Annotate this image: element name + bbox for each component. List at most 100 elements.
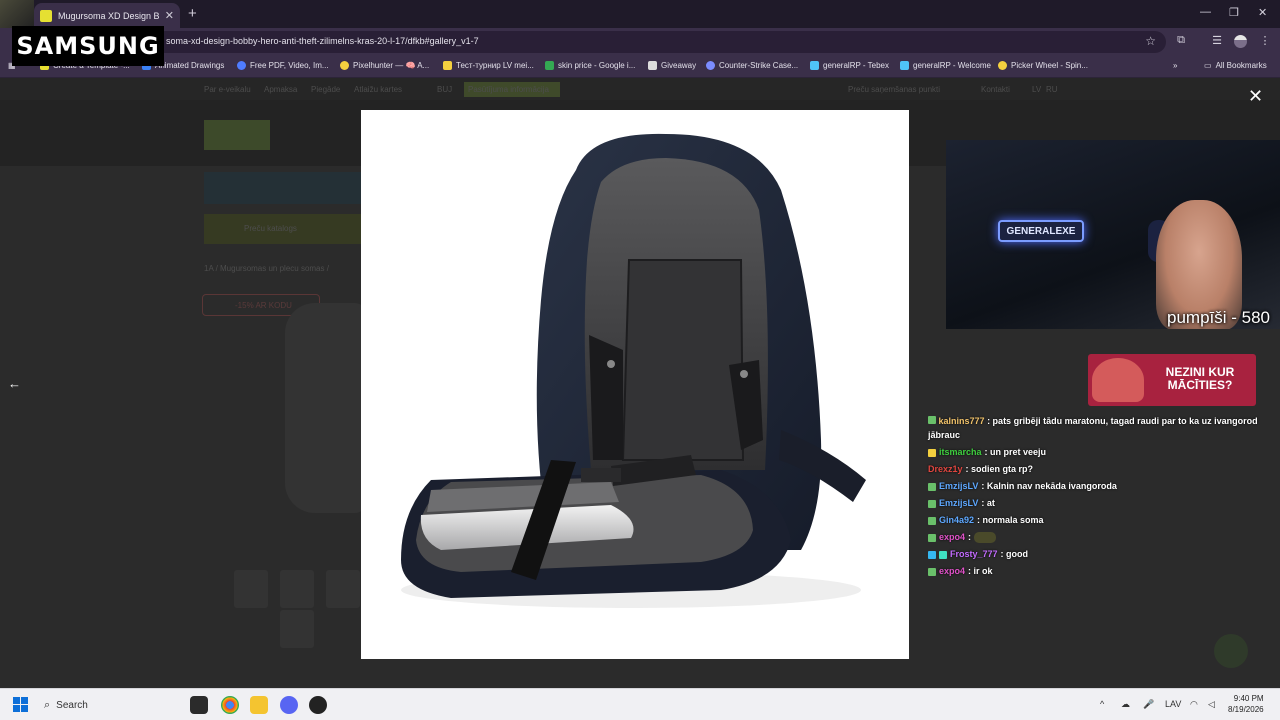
bookmark-favicon-icon: [545, 61, 554, 70]
catalog-button-label: Preču katalogs: [244, 224, 297, 233]
samsung-logo: SAMSUNG: [12, 26, 164, 66]
chat-username: EmzijsLV: [939, 498, 979, 508]
chat-username: itsmarcha: [939, 447, 982, 457]
chat-username: EmzijsLV: [939, 481, 979, 491]
menu-icon[interactable]: ⋮: [1258, 34, 1272, 48]
chat-username: kalnins777: [938, 416, 985, 426]
bookmark-7[interactable]: Counter-Strike Case...: [706, 61, 798, 70]
tab-title: Mugursoma XD Design Bobby H: [58, 10, 159, 21]
bookmark-9[interactable]: generalRP - Welcome: [900, 61, 991, 70]
network-icon[interactable]: ☁: [1121, 699, 1130, 710]
points-counter: pumpīši - 580: [1167, 308, 1270, 327]
chat-badge-icon: [939, 550, 947, 559]
chrome-icon[interactable]: [221, 696, 239, 714]
file-explorer-icon[interactable]: [250, 696, 268, 714]
nav-right-item[interactable]: Kontakti: [981, 85, 1010, 94]
nav-item[interactable]: Par e-veikalu: [204, 85, 251, 94]
lightbox-close-button[interactable]: ✕: [1248, 86, 1263, 107]
nav-item[interactable]: Pasūtījuma informācija: [468, 85, 549, 94]
neon-sign: GENERALEXE: [998, 220, 1084, 242]
nav-right-item[interactable]: RU: [1046, 85, 1058, 94]
nav-item[interactable]: Piegāde: [311, 85, 340, 94]
taskbar-search[interactable]: ⌕ Search: [38, 694, 178, 716]
catalog-button[interactable]: Preču katalogs: [204, 214, 364, 244]
obs-icon[interactable]: [309, 696, 327, 714]
chat-username: expo4: [939, 532, 966, 542]
site-logo[interactable]: [204, 120, 270, 150]
gallery-thumbnail[interactable]: [234, 570, 268, 608]
language-indicator[interactable]: LAV: [1165, 699, 1181, 709]
tray-chevron-icon[interactable]: ^: [1100, 699, 1104, 709]
breadcrumb[interactable]: 1A / Mugursomas un plecu somas /: [204, 264, 329, 273]
promo-banner[interactable]: NEZINI KUR MĀCĪTIES?: [1088, 354, 1256, 406]
chat-widget-button[interactable]: [1214, 634, 1248, 668]
volume-icon[interactable]: ◁: [1208, 699, 1215, 710]
nav-right-item[interactable]: Preču saņemšanas punkti: [848, 85, 940, 94]
extensions-icon[interactable]: ⧉: [1174, 34, 1188, 48]
chat-username: Drexz1y: [928, 464, 963, 474]
profile-avatar[interactable]: [1234, 35, 1247, 48]
chat-badge-icon: [928, 516, 936, 525]
address-bar[interactable]: soma-xd-design-bobby-hero-anti-theft-zil…: [154, 31, 1166, 53]
chat-text: : normala soma: [977, 515, 1044, 525]
windows-logo-icon: [21, 705, 28, 712]
promo-strip: [204, 172, 364, 204]
bookmark-favicon-icon: [810, 61, 819, 70]
bookmark-4[interactable]: Тест-турнир LV mei...: [443, 61, 534, 70]
bookmark-2[interactable]: Free PDF, Video, Im...: [237, 61, 329, 70]
bookmarks-bar: ▦ Create a Template -... Animated Drawin…: [0, 56, 1280, 78]
wifi-icon[interactable]: ◠: [1190, 699, 1198, 710]
bookmark-10[interactable]: Picker Wheel - Spin...: [998, 61, 1088, 70]
gallery-thumbnail[interactable]: [326, 570, 360, 608]
system-clock[interactable]: 9:40 PM 8/19/2026: [1228, 693, 1264, 715]
chat-badge-icon: [928, 567, 936, 576]
folder-icon: ▭: [1204, 61, 1212, 70]
bookmark-favicon-icon: [237, 61, 246, 70]
bookmark-3[interactable]: Pixelhunter — 🧠 A...: [340, 61, 429, 70]
bookmark-favicon-icon: [443, 61, 452, 70]
bookmark-favicon-icon: [648, 61, 657, 70]
tab-favicon-icon: [40, 9, 52, 22]
lightbox-prev-button[interactable]: ←: [8, 376, 21, 391]
discount-badge-label: -15% AR KODU: [235, 301, 292, 310]
browser-toolbar: soma-xd-design-bobby-hero-anti-theft-zil…: [0, 28, 1280, 56]
nav-item[interactable]: Atlaižu kartes: [354, 85, 402, 94]
tab-strip: Mugursoma XD Design Bobby H ✕ + — ❐ ✕: [0, 0, 1280, 28]
chat-message: Gin4a92: normala soma: [928, 512, 1268, 529]
gallery-thumbnail[interactable]: [280, 570, 314, 608]
microphone-icon[interactable]: 🎤: [1143, 699, 1154, 710]
chat-text: : Kalnin nav nekāda ivangoroda: [981, 481, 1117, 491]
chat-message: kalnins777 : pats gribēji tādu maratonu,…: [928, 412, 1268, 444]
chat-text: :: [968, 532, 972, 542]
window-close-button[interactable]: ✕: [1258, 6, 1267, 19]
gallery-thumbnail[interactable]: [280, 610, 314, 648]
bookmark-5[interactable]: skin price - Google i...: [545, 61, 635, 70]
chat-message: EmzijsLV: Kalnin nav nekāda ivangoroda: [928, 478, 1268, 495]
owl-mascot-icon: [1092, 358, 1144, 402]
tab-close-icon[interactable]: ✕: [165, 9, 174, 22]
url-text: soma-xd-design-bobby-hero-anti-theft-zil…: [166, 36, 479, 46]
chat-badge-icon: [928, 533, 936, 542]
minimize-button[interactable]: —: [1200, 6, 1211, 18]
windows-taskbar: ⌕ Search ^ ☁ 🎤 LAV ◠ ◁ 9:40 PM 8/19/2026: [0, 688, 1280, 720]
start-button[interactable]: [13, 697, 29, 713]
clock-date: 8/19/2026: [1228, 705, 1264, 714]
chat-emote-icon: [974, 532, 997, 543]
app-icon[interactable]: [190, 696, 208, 714]
discord-icon[interactable]: [280, 696, 298, 714]
nav-item[interactable]: Apmaksa: [264, 85, 297, 94]
bookmark-8[interactable]: generalRP - Tebex: [810, 61, 889, 70]
nav-right-item[interactable]: LV: [1032, 85, 1041, 94]
restore-button[interactable]: ❐: [1229, 6, 1239, 19]
chat-username: Gin4a92: [939, 515, 975, 525]
new-tab-button[interactable]: +: [188, 5, 197, 22]
nav-item[interactable]: BUJ: [437, 85, 452, 94]
bookmark-star-icon[interactable]: ☆: [1145, 34, 1156, 48]
chat-text: : ir ok: [968, 566, 993, 576]
all-bookmarks-button[interactable]: ▭ All Bookmarks: [1204, 61, 1267, 70]
more-bookmarks-button[interactable]: »: [1173, 61, 1177, 70]
browser-tab[interactable]: Mugursoma XD Design Bobby H ✕: [34, 3, 180, 28]
bookmark-6[interactable]: Giveaway: [648, 61, 696, 70]
media-icon[interactable]: ☰: [1210, 34, 1224, 48]
search-placeholder: Search: [56, 699, 88, 711]
